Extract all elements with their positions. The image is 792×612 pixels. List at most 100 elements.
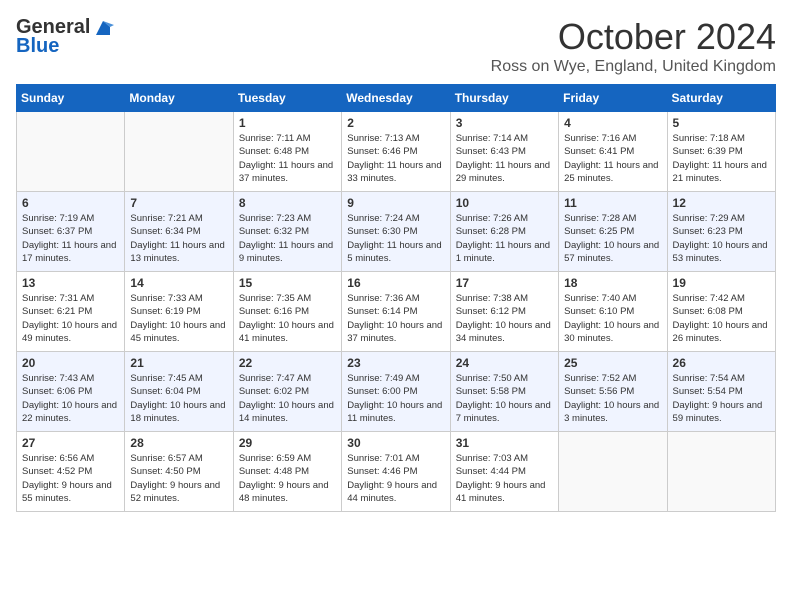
day-info: Sunrise: 6:56 AM Sunset: 4:52 PM Dayligh… (22, 452, 119, 505)
day-number: 14 (130, 276, 227, 290)
calendar-day-cell: 15Sunrise: 7:35 AM Sunset: 6:16 PM Dayli… (233, 272, 341, 352)
calendar-day-cell: 7 Sunrise: 7:21 AM Sunset: 6:34 PM Daylig… (125, 192, 233, 272)
calendar-day-cell: 3Sunrise: 7:14 AM Sunset: 6:43 PM Daylig… (450, 112, 558, 192)
day-info: Sunrise: 7:01 AM Sunset: 4:46 PM Dayligh… (347, 452, 444, 505)
day-number: 9 (347, 196, 444, 210)
calendar-day-cell (559, 432, 667, 512)
day-number: 27 (22, 436, 119, 450)
calendar-week-row: 27 Sunrise: 6:56 AM Sunset: 4:52 PM Dayli… (17, 432, 776, 512)
day-info: Sunrise: 7:49 AM Sunset: 6:00 PM Dayligh… (347, 372, 444, 425)
day-number: 13 (22, 276, 119, 290)
calendar-day-cell: 13 Sunrise: 7:31 AM Sunset: 6:21 PM Dayli… (17, 272, 125, 352)
calendar-day-cell: 10Sunrise: 7:26 AM Sunset: 6:28 PM Dayli… (450, 192, 558, 272)
calendar-day-cell: 21Sunrise: 7:45 AM Sunset: 6:04 PM Dayli… (125, 352, 233, 432)
day-info: Sunrise: 7:13 AM Sunset: 6:46 PM Dayligh… (347, 132, 444, 185)
day-number: 19 (673, 276, 770, 290)
weekday-header-friday: Friday (559, 85, 667, 112)
logo-bird-icon (92, 17, 114, 39)
day-info: Sunrise: 7:11 AM Sunset: 6:48 PM Dayligh… (239, 132, 336, 185)
calendar-day-cell (17, 112, 125, 192)
day-info: Sunrise: 7:16 AM Sunset: 6:41 PM Dayligh… (564, 132, 661, 185)
calendar-week-row: 1 Sunrise: 7:11 AM Sunset: 6:48 PM Daylig… (17, 112, 776, 192)
day-number: 24 (456, 356, 553, 370)
calendar-day-cell: 29 Sunrise: 6:59 AM Sunset: 4:48 PM Dayli… (233, 432, 341, 512)
calendar-day-cell: 8 Sunrise: 7:23 AM Sunset: 6:32 PM Daylig… (233, 192, 341, 272)
weekday-header-wednesday: Wednesday (342, 85, 450, 112)
weekday-header-monday: Monday (125, 85, 233, 112)
day-number: 8 (239, 196, 336, 210)
weekday-header-sunday: Sunday (17, 85, 125, 112)
calendar-day-cell: 31 Sunrise: 7:03 AM Sunset: 4:44 PM Dayli… (450, 432, 558, 512)
calendar-table: SundayMondayTuesdayWednesdayThursdayFrid… (16, 84, 776, 512)
calendar-day-cell: 18 Sunrise: 7:40 AM Sunset: 6:10 PM Dayli… (559, 272, 667, 352)
weekday-header-thursday: Thursday (450, 85, 558, 112)
calendar-day-cell: 16Sunrise: 7:36 AM Sunset: 6:14 PM Dayli… (342, 272, 450, 352)
day-number: 6 (22, 196, 119, 210)
calendar-day-cell: 26 Sunrise: 7:54 AM Sunset: 5:54 PM Dayli… (667, 352, 775, 432)
calendar-day-cell: 24 Sunrise: 7:50 AM Sunset: 5:58 PM Dayli… (450, 352, 558, 432)
calendar-day-cell: 25 Sunrise: 7:52 AM Sunset: 5:56 PM Dayli… (559, 352, 667, 432)
day-info: Sunrise: 6:59 AM Sunset: 4:48 PM Dayligh… (239, 452, 336, 505)
calendar-day-cell: 6Sunrise: 7:19 AM Sunset: 6:37 PM Daylig… (17, 192, 125, 272)
day-number: 29 (239, 436, 336, 450)
location-subtitle: Ross on Wye, England, United Kingdom (491, 58, 776, 76)
day-info: Sunrise: 7:52 AM Sunset: 5:56 PM Dayligh… (564, 372, 661, 425)
day-info: Sunrise: 7:35 AM Sunset: 6:16 PM Dayligh… (239, 292, 336, 345)
day-info: Sunrise: 7:54 AM Sunset: 5:54 PM Dayligh… (673, 372, 770, 425)
day-number: 23 (347, 356, 444, 370)
month-title: October 2024 (491, 16, 776, 58)
day-info: Sunrise: 7:21 AM Sunset: 6:34 PM Dayligh… (130, 212, 227, 265)
day-info: Sunrise: 7:18 AM Sunset: 6:39 PM Dayligh… (673, 132, 770, 185)
day-number: 31 (456, 436, 553, 450)
day-info: Sunrise: 7:43 AM Sunset: 6:06 PM Dayligh… (22, 372, 119, 425)
calendar-day-cell: 14 Sunrise: 7:33 AM Sunset: 6:19 PM Dayli… (125, 272, 233, 352)
day-number: 21 (130, 356, 227, 370)
calendar-day-cell: 12Sunrise: 7:29 AM Sunset: 6:23 PM Dayli… (667, 192, 775, 272)
calendar-day-cell: 23 Sunrise: 7:49 AM Sunset: 6:00 PM Dayli… (342, 352, 450, 432)
day-number: 4 (564, 116, 661, 130)
day-number: 16 (347, 276, 444, 290)
day-info: Sunrise: 7:47 AM Sunset: 6:02 PM Dayligh… (239, 372, 336, 425)
day-number: 1 (239, 116, 336, 130)
day-number: 28 (130, 436, 227, 450)
calendar-week-row: 20Sunrise: 7:43 AM Sunset: 6:06 PM Dayli… (17, 352, 776, 432)
page-header: General Blue October 2024 Ross on Wye, E… (16, 16, 776, 76)
calendar-day-cell: 22 Sunrise: 7:47 AM Sunset: 6:02 PM Dayli… (233, 352, 341, 432)
day-number: 7 (130, 196, 227, 210)
day-info: Sunrise: 7:28 AM Sunset: 6:25 PM Dayligh… (564, 212, 661, 265)
day-number: 2 (347, 116, 444, 130)
day-info: Sunrise: 7:38 AM Sunset: 6:12 PM Dayligh… (456, 292, 553, 345)
calendar-day-cell (125, 112, 233, 192)
day-info: Sunrise: 7:03 AM Sunset: 4:44 PM Dayligh… (456, 452, 553, 505)
day-info: Sunrise: 7:42 AM Sunset: 6:08 PM Dayligh… (673, 292, 770, 345)
weekday-header-saturday: Saturday (667, 85, 775, 112)
calendar-day-cell: 17Sunrise: 7:38 AM Sunset: 6:12 PM Dayli… (450, 272, 558, 352)
calendar-week-row: 13 Sunrise: 7:31 AM Sunset: 6:21 PM Dayli… (17, 272, 776, 352)
day-info: Sunrise: 7:40 AM Sunset: 6:10 PM Dayligh… (564, 292, 661, 345)
calendar-day-cell: 27 Sunrise: 6:56 AM Sunset: 4:52 PM Dayli… (17, 432, 125, 512)
calendar-day-cell: 5Sunrise: 7:18 AM Sunset: 6:39 PM Daylig… (667, 112, 775, 192)
day-info: Sunrise: 7:29 AM Sunset: 6:23 PM Dayligh… (673, 212, 770, 265)
day-info: Sunrise: 7:50 AM Sunset: 5:58 PM Dayligh… (456, 372, 553, 425)
day-number: 22 (239, 356, 336, 370)
day-number: 26 (673, 356, 770, 370)
calendar-day-cell: 30 Sunrise: 7:01 AM Sunset: 4:46 PM Dayli… (342, 432, 450, 512)
logo-blue: Blue (16, 35, 59, 58)
day-number: 11 (564, 196, 661, 210)
day-number: 30 (347, 436, 444, 450)
calendar-day-cell: 19 Sunrise: 7:42 AM Sunset: 6:08 PM Dayli… (667, 272, 775, 352)
day-info: Sunrise: 7:33 AM Sunset: 6:19 PM Dayligh… (130, 292, 227, 345)
weekday-header-tuesday: Tuesday (233, 85, 341, 112)
day-info: Sunrise: 7:31 AM Sunset: 6:21 PM Dayligh… (22, 292, 119, 345)
calendar-day-cell: 2 Sunrise: 7:13 AM Sunset: 6:46 PM Daylig… (342, 112, 450, 192)
day-number: 25 (564, 356, 661, 370)
day-number: 18 (564, 276, 661, 290)
calendar-day-cell: 20Sunrise: 7:43 AM Sunset: 6:06 PM Dayli… (17, 352, 125, 432)
day-info: Sunrise: 7:24 AM Sunset: 6:30 PM Dayligh… (347, 212, 444, 265)
day-info: Sunrise: 7:23 AM Sunset: 6:32 PM Dayligh… (239, 212, 336, 265)
title-area: October 2024 Ross on Wye, England, Unite… (491, 16, 776, 76)
calendar-day-cell (667, 432, 775, 512)
day-number: 3 (456, 116, 553, 130)
calendar-day-cell: 28Sunrise: 6:57 AM Sunset: 4:50 PM Dayli… (125, 432, 233, 512)
calendar-day-cell: 4 Sunrise: 7:16 AM Sunset: 6:41 PM Daylig… (559, 112, 667, 192)
